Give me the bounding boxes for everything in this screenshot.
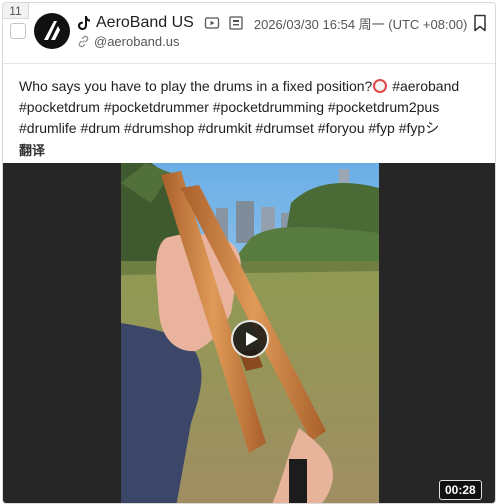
post-card: 11 AeroBand US 2026/03/30 16:54 周一 (UTC …	[2, 2, 496, 504]
author-handle[interactable]: @aeroband.us	[94, 34, 179, 49]
post-text-line: #drumlife #drum #drumshop #drumkit #drum…	[19, 120, 440, 136]
select-checkbox[interactable]	[10, 23, 26, 39]
post-header: AeroBand US 2026/03/30 16:54 周一 (UTC +08…	[77, 13, 467, 33]
avatar[interactable]	[34, 13, 70, 49]
link-icon[interactable]	[77, 35, 90, 48]
author-name[interactable]: AeroBand US	[96, 14, 194, 32]
header-divider	[3, 63, 495, 64]
video-icon[interactable]	[204, 15, 220, 31]
play-icon[interactable]	[231, 320, 269, 358]
author-handle-row: @aeroband.us	[77, 33, 179, 49]
post-text: Who says you have to play the drums in a…	[19, 76, 485, 139]
video-duration: 00:28	[439, 480, 482, 500]
drum-emoji-icon	[373, 79, 388, 93]
video-player[interactable]: 00:28	[3, 163, 495, 503]
aeroband-logo-icon	[44, 21, 60, 40]
post-index-badge: 11	[3, 3, 29, 19]
tiktok-icon	[78, 16, 90, 30]
post-text-line: Who says you have to play the drums in a…	[19, 78, 373, 94]
translate-link[interactable]: 翻译	[19, 140, 45, 159]
post-timestamp: 2026/03/30 16:54 周一 (UTC +08:00)	[253, 16, 468, 32]
bookmark-icon[interactable]	[473, 14, 487, 32]
post-text-line: #aeroband	[388, 78, 460, 94]
image-icon[interactable]	[228, 15, 244, 31]
post-text-line: #pocketdrum #pocketdrummer #pocketdrummi…	[19, 99, 440, 115]
